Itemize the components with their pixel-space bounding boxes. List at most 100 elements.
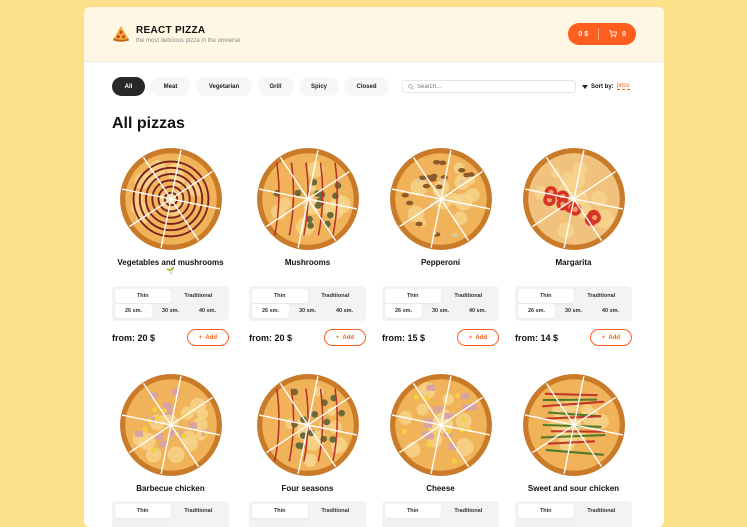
dough-traditional[interactable]: Traditional <box>171 289 227 303</box>
pizza-image <box>389 147 493 251</box>
pizza-card: Margarita ThinTraditional 26 sm.30 sm.40… <box>515 147 632 346</box>
dough-thin[interactable]: Thin <box>518 289 574 303</box>
pizza-card: Sweet and sour chicken ThinTraditional <box>515 373 632 527</box>
size-30[interactable]: 30 sm. <box>555 304 592 318</box>
category-vegetarian[interactable]: Vegetarian <box>196 77 252 96</box>
add-button[interactable]: +Add <box>187 329 229 346</box>
badge-spacer <box>515 267 632 276</box>
add-button[interactable]: +Add <box>457 329 499 346</box>
category-spicy[interactable]: Spicy <box>299 77 339 96</box>
pizza-options: ThinTraditional 26 sm.30 sm.40 sm. <box>112 286 229 321</box>
pizza-price: from: 20 $ <box>249 333 292 343</box>
pizza-card: Four seasons ThinTraditional <box>249 373 366 527</box>
pizza-card: Barbecue chicken ThinTraditional <box>112 373 229 527</box>
badge-spacer <box>249 267 366 276</box>
search-icon <box>408 84 414 90</box>
dough-thin[interactable]: Thin <box>115 504 171 518</box>
sort-control[interactable]: Sort by: price <box>582 83 630 90</box>
pizza-options: ThinTraditional 26 sm.30 sm.40 sm. <box>249 286 366 321</box>
pizza-options: ThinTraditional <box>249 501 366 527</box>
pizza-card: Vegetables and mushrooms 🌱 ThinTradition… <box>112 147 229 346</box>
pizza-options: ThinTraditional <box>112 501 229 527</box>
sort-label: Sort by: <box>591 84 614 90</box>
pizza-card: Pepperoni ThinTraditional 26 sm.30 sm.40… <box>382 147 499 346</box>
cart-button[interactable]: 0 $ 0 <box>568 23 636 45</box>
dough-thin[interactable]: Thin <box>385 504 441 518</box>
pizza-image <box>389 373 493 477</box>
pizza-name: Vegetables and mushrooms <box>112 258 229 267</box>
size-40[interactable]: 40 sm. <box>189 304 226 318</box>
dough-thin[interactable]: Thin <box>385 289 441 303</box>
app-window: REACT PIZZA the most delicious pizza in … <box>84 7 664 527</box>
cart-icon <box>609 30 617 38</box>
dough-traditional[interactable]: Traditional <box>574 289 630 303</box>
category-closed[interactable]: Closed <box>344 77 389 96</box>
add-label: Add <box>342 335 354 341</box>
size-26[interactable]: 26 sm. <box>385 304 422 318</box>
pizza-image <box>119 373 223 477</box>
size-30[interactable]: 30 sm. <box>152 304 189 318</box>
dough-traditional[interactable]: Traditional <box>308 504 364 518</box>
add-label: Add <box>205 335 217 341</box>
dough-thin[interactable]: Thin <box>115 289 171 303</box>
size-30[interactable]: 30 sm. <box>422 304 459 318</box>
sort-arrow-icon <box>582 85 588 89</box>
size-26[interactable]: 26 sm. <box>518 304 555 318</box>
app-title: REACT PIZZA <box>136 25 240 36</box>
size-26[interactable]: 26 sm. <box>115 304 152 318</box>
pizza-price: from: 14 $ <box>515 333 558 343</box>
pizza-options: ThinTraditional 26 sm.30 sm.40 sm. <box>515 286 632 321</box>
pizza-name: Cheese <box>382 484 499 493</box>
category-grill[interactable]: Grill <box>257 77 294 96</box>
pizza-name: Margarita <box>515 258 632 267</box>
dough-traditional[interactable]: Traditional <box>441 289 497 303</box>
pizza-name: Pepperoni <box>382 258 499 267</box>
add-button[interactable]: +Add <box>590 329 632 346</box>
plus-icon: + <box>469 335 473 341</box>
cart-count: 0 <box>622 31 626 38</box>
plus-icon: + <box>602 335 606 341</box>
dough-thin[interactable]: Thin <box>252 289 308 303</box>
badge-spacer <box>382 267 499 276</box>
category-meat[interactable]: Meat <box>150 77 191 96</box>
pizza-image <box>522 373 626 477</box>
pizza-card: Mushrooms ThinTraditional 26 sm.30 sm.40… <box>249 147 366 346</box>
dough-traditional[interactable]: Traditional <box>308 289 364 303</box>
logo[interactable]: REACT PIZZA the most delicious pizza in … <box>112 25 240 44</box>
size-40[interactable]: 40 sm. <box>592 304 629 318</box>
app-subtitle: the most delicious pizza in the universe <box>136 38 240 44</box>
search-box <box>402 80 576 93</box>
dough-traditional[interactable]: Traditional <box>441 504 497 518</box>
dough-thin[interactable]: Thin <box>252 504 308 518</box>
page-title: All pizzas <box>112 115 664 133</box>
search-input[interactable] <box>417 84 567 90</box>
plus-icon: + <box>336 335 340 341</box>
cart-divider <box>598 28 599 40</box>
pizza-image <box>522 147 626 251</box>
pizza-image <box>256 147 360 251</box>
header: REACT PIZZA the most delicious pizza in … <box>84 7 664 62</box>
vegetarian-badge: 🌱 <box>112 267 229 276</box>
pizza-options: ThinTraditional 26 sm.30 sm.40 sm. <box>382 286 499 321</box>
add-button[interactable]: +Add <box>324 329 366 346</box>
category-all[interactable]: All <box>112 77 145 96</box>
size-40[interactable]: 40 sm. <box>459 304 496 318</box>
size-40[interactable]: 40 sm. <box>326 304 363 318</box>
size-30[interactable]: 30 sm. <box>289 304 326 318</box>
dough-traditional[interactable]: Traditional <box>171 504 227 518</box>
dough-thin[interactable]: Thin <box>518 504 574 518</box>
pizza-price: from: 20 $ <box>112 333 155 343</box>
cart-total: 0 $ <box>578 31 588 38</box>
pizza-name: Barbecue chicken <box>112 484 229 493</box>
pizza-name: Mushrooms <box>249 258 366 267</box>
sort-value[interactable]: price <box>617 83 630 90</box>
add-label: Add <box>608 335 620 341</box>
dough-traditional[interactable]: Traditional <box>574 504 630 518</box>
add-label: Add <box>475 335 487 341</box>
pizza-name: Sweet and sour chicken <box>515 484 632 493</box>
size-26[interactable]: 26 sm. <box>252 304 289 318</box>
pizza-options: ThinTraditional <box>382 501 499 527</box>
pizza-name: Four seasons <box>249 484 366 493</box>
pizza-image <box>119 147 223 251</box>
pizza-price: from: 15 $ <box>382 333 425 343</box>
